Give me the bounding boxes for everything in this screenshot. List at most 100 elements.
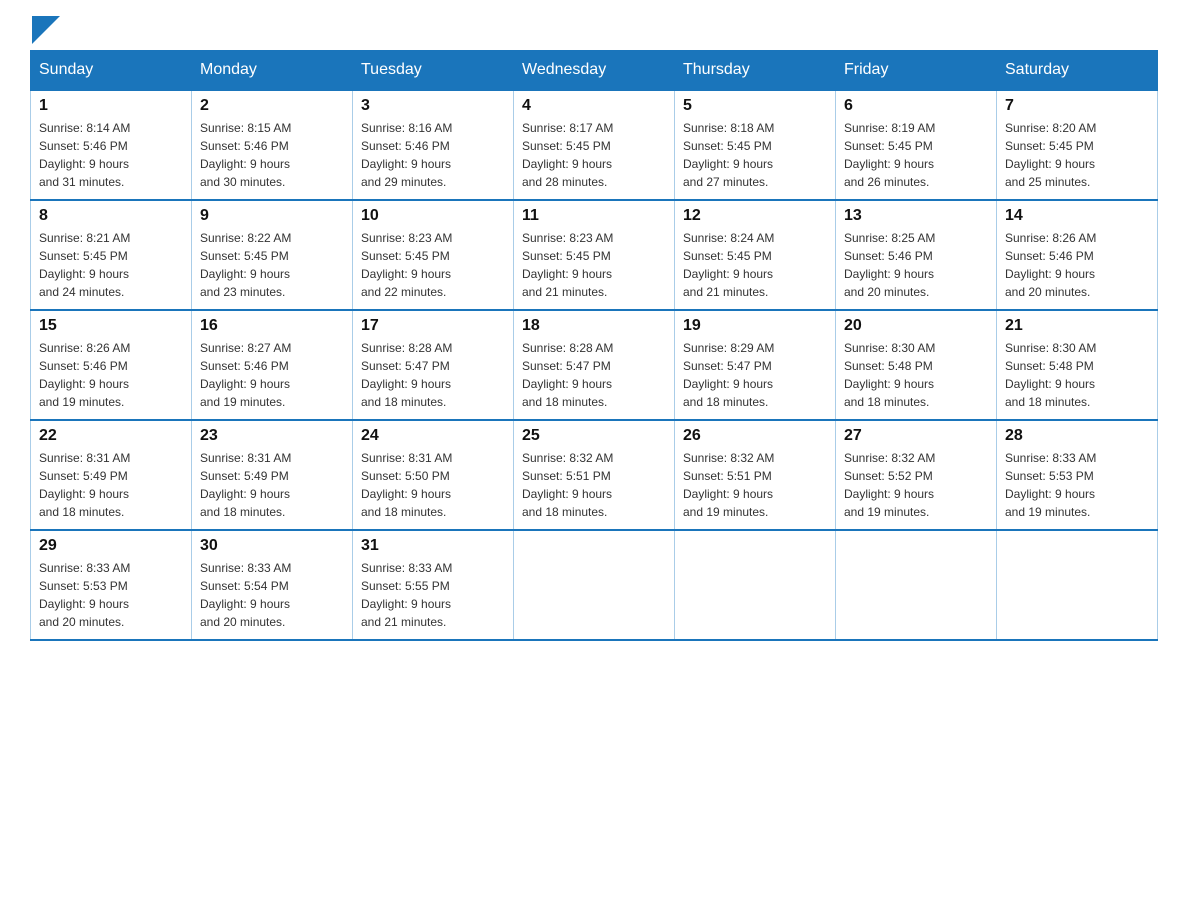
calendar-cell: 27Sunrise: 8:32 AMSunset: 5:52 PMDayligh…	[836, 420, 997, 530]
day-info: Sunrise: 8:17 AMSunset: 5:45 PMDaylight:…	[522, 119, 666, 191]
day-number: 13	[844, 207, 988, 225]
day-header-sunday: Sunday	[31, 51, 192, 91]
day-number: 7	[1005, 97, 1149, 115]
day-info: Sunrise: 8:33 AMSunset: 5:53 PMDaylight:…	[1005, 449, 1149, 521]
day-number: 21	[1005, 317, 1149, 335]
day-info: Sunrise: 8:33 AMSunset: 5:55 PMDaylight:…	[361, 559, 505, 631]
day-info: Sunrise: 8:30 AMSunset: 5:48 PMDaylight:…	[1005, 339, 1149, 411]
day-number: 11	[522, 207, 666, 225]
calendar-cell: 31 Sunrise: 8:33 AMSunset: 5:55 PMDayligh…	[353, 530, 514, 640]
day-number: 20	[844, 317, 988, 335]
day-info: Sunrise: 8:30 AMSunset: 5:48 PMDaylight:…	[844, 339, 988, 411]
calendar-cell: 26Sunrise: 8:32 AMSunset: 5:51 PMDayligh…	[675, 420, 836, 530]
day-info: Sunrise: 8:16 AMSunset: 5:46 PMDaylight:…	[361, 119, 505, 191]
calendar-cell: 20 Sunrise: 8:30 AMSunset: 5:48 PMDayligh…	[836, 310, 997, 420]
day-number: 10	[361, 207, 505, 225]
calendar-cell: 3Sunrise: 8:16 AMSunset: 5:46 PMDaylight…	[353, 90, 514, 200]
day-info: Sunrise: 8:22 AMSunset: 5:45 PMDaylight:…	[200, 229, 344, 301]
day-info: Sunrise: 8:25 AMSunset: 5:46 PMDaylight:…	[844, 229, 988, 301]
page-header	[30, 20, 1158, 40]
calendar-cell: 6 Sunrise: 8:19 AMSunset: 5:45 PMDaylight…	[836, 90, 997, 200]
calendar-cell: 30 Sunrise: 8:33 AMSunset: 5:54 PMDayligh…	[192, 530, 353, 640]
calendar-cell: 13 Sunrise: 8:25 AMSunset: 5:46 PMDayligh…	[836, 200, 997, 310]
calendar-cell: 2 Sunrise: 8:15 AMSunset: 5:46 PMDaylight…	[192, 90, 353, 200]
day-number: 19	[683, 317, 827, 335]
logo	[30, 20, 60, 40]
calendar-cell	[836, 530, 997, 640]
calendar-cell: 7 Sunrise: 8:20 AMSunset: 5:45 PMDaylight…	[997, 90, 1158, 200]
calendar-cell: 29 Sunrise: 8:33 AMSunset: 5:53 PMDayligh…	[31, 530, 192, 640]
calendar-cell: 9 Sunrise: 8:22 AMSunset: 5:45 PMDaylight…	[192, 200, 353, 310]
day-number: 4	[522, 97, 666, 115]
day-info: Sunrise: 8:33 AMSunset: 5:54 PMDaylight:…	[200, 559, 344, 631]
day-info: Sunrise: 8:26 AMSunset: 5:46 PMDaylight:…	[1005, 229, 1149, 301]
day-number: 12	[683, 207, 827, 225]
calendar-cell: 25 Sunrise: 8:32 AMSunset: 5:51 PMDayligh…	[514, 420, 675, 530]
day-info: Sunrise: 8:15 AMSunset: 5:46 PMDaylight:…	[200, 119, 344, 191]
calendar-cell: 28 Sunrise: 8:33 AMSunset: 5:53 PMDayligh…	[997, 420, 1158, 530]
day-number: 26	[683, 427, 827, 445]
day-info: Sunrise: 8:20 AMSunset: 5:45 PMDaylight:…	[1005, 119, 1149, 191]
day-info: Sunrise: 8:31 AMSunset: 5:49 PMDaylight:…	[200, 449, 344, 521]
day-info: Sunrise: 8:31 AMSunset: 5:50 PMDaylight:…	[361, 449, 505, 521]
day-info: Sunrise: 8:18 AMSunset: 5:45 PMDaylight:…	[683, 119, 827, 191]
calendar-week-4: 22Sunrise: 8:31 AMSunset: 5:49 PMDayligh…	[31, 420, 1158, 530]
day-number: 27	[844, 427, 988, 445]
calendar-cell: 12 Sunrise: 8:24 AMSunset: 5:45 PMDayligh…	[675, 200, 836, 310]
calendar-cell: 5Sunrise: 8:18 AMSunset: 5:45 PMDaylight…	[675, 90, 836, 200]
day-info: Sunrise: 8:21 AMSunset: 5:45 PMDaylight:…	[39, 229, 183, 301]
day-number: 25	[522, 427, 666, 445]
day-info: Sunrise: 8:31 AMSunset: 5:49 PMDaylight:…	[39, 449, 183, 521]
day-number: 9	[200, 207, 344, 225]
calendar-cell: 11Sunrise: 8:23 AMSunset: 5:45 PMDayligh…	[514, 200, 675, 310]
day-info: Sunrise: 8:19 AMSunset: 5:45 PMDaylight:…	[844, 119, 988, 191]
day-number: 29	[39, 537, 183, 555]
day-info: Sunrise: 8:29 AMSunset: 5:47 PMDaylight:…	[683, 339, 827, 411]
calendar-header-row: SundayMondayTuesdayWednesdayThursdayFrid…	[31, 51, 1158, 91]
calendar-cell	[997, 530, 1158, 640]
calendar-cell: 10Sunrise: 8:23 AMSunset: 5:45 PMDayligh…	[353, 200, 514, 310]
calendar-cell	[675, 530, 836, 640]
calendar-week-5: 29 Sunrise: 8:33 AMSunset: 5:53 PMDayligh…	[31, 530, 1158, 640]
day-number: 28	[1005, 427, 1149, 445]
day-header-thursday: Thursday	[675, 51, 836, 91]
day-number: 30	[200, 537, 344, 555]
day-info: Sunrise: 8:33 AMSunset: 5:53 PMDaylight:…	[39, 559, 183, 631]
day-info: Sunrise: 8:24 AMSunset: 5:45 PMDaylight:…	[683, 229, 827, 301]
calendar-cell: 1 Sunrise: 8:14 AMSunset: 5:46 PMDaylight…	[31, 90, 192, 200]
day-header-monday: Monday	[192, 51, 353, 91]
calendar-cell: 16Sunrise: 8:27 AMSunset: 5:46 PMDayligh…	[192, 310, 353, 420]
day-number: 15	[39, 317, 183, 335]
day-header-tuesday: Tuesday	[353, 51, 514, 91]
day-header-friday: Friday	[836, 51, 997, 91]
day-info: Sunrise: 8:28 AMSunset: 5:47 PMDaylight:…	[361, 339, 505, 411]
day-number: 2	[200, 97, 344, 115]
calendar-cell: 14 Sunrise: 8:26 AMSunset: 5:46 PMDayligh…	[997, 200, 1158, 310]
calendar-cell: 21 Sunrise: 8:30 AMSunset: 5:48 PMDayligh…	[997, 310, 1158, 420]
calendar-cell: 17Sunrise: 8:28 AMSunset: 5:47 PMDayligh…	[353, 310, 514, 420]
day-number: 24	[361, 427, 505, 445]
calendar-week-3: 15 Sunrise: 8:26 AMSunset: 5:46 PMDayligh…	[31, 310, 1158, 420]
day-number: 16	[200, 317, 344, 335]
day-number: 1	[39, 97, 183, 115]
day-info: Sunrise: 8:28 AMSunset: 5:47 PMDaylight:…	[522, 339, 666, 411]
calendar-cell: 4 Sunrise: 8:17 AMSunset: 5:45 PMDaylight…	[514, 90, 675, 200]
calendar-cell: 18 Sunrise: 8:28 AMSunset: 5:47 PMDayligh…	[514, 310, 675, 420]
calendar-cell: 15 Sunrise: 8:26 AMSunset: 5:46 PMDayligh…	[31, 310, 192, 420]
day-number: 6	[844, 97, 988, 115]
day-number: 23	[200, 427, 344, 445]
day-number: 14	[1005, 207, 1149, 225]
calendar-cell: 19 Sunrise: 8:29 AMSunset: 5:47 PMDayligh…	[675, 310, 836, 420]
day-info: Sunrise: 8:14 AMSunset: 5:46 PMDaylight:…	[39, 119, 183, 191]
day-info: Sunrise: 8:26 AMSunset: 5:46 PMDaylight:…	[39, 339, 183, 411]
day-number: 31	[361, 537, 505, 555]
calendar-cell: 22Sunrise: 8:31 AMSunset: 5:49 PMDayligh…	[31, 420, 192, 530]
day-number: 18	[522, 317, 666, 335]
calendar-week-1: 1 Sunrise: 8:14 AMSunset: 5:46 PMDaylight…	[31, 90, 1158, 200]
day-info: Sunrise: 8:32 AMSunset: 5:51 PMDaylight:…	[522, 449, 666, 521]
calendar-cell	[514, 530, 675, 640]
calendar-cell: 24 Sunrise: 8:31 AMSunset: 5:50 PMDayligh…	[353, 420, 514, 530]
calendar-week-2: 8Sunrise: 8:21 AMSunset: 5:45 PMDaylight…	[31, 200, 1158, 310]
day-header-saturday: Saturday	[997, 51, 1158, 91]
calendar-cell: 23 Sunrise: 8:31 AMSunset: 5:49 PMDayligh…	[192, 420, 353, 530]
